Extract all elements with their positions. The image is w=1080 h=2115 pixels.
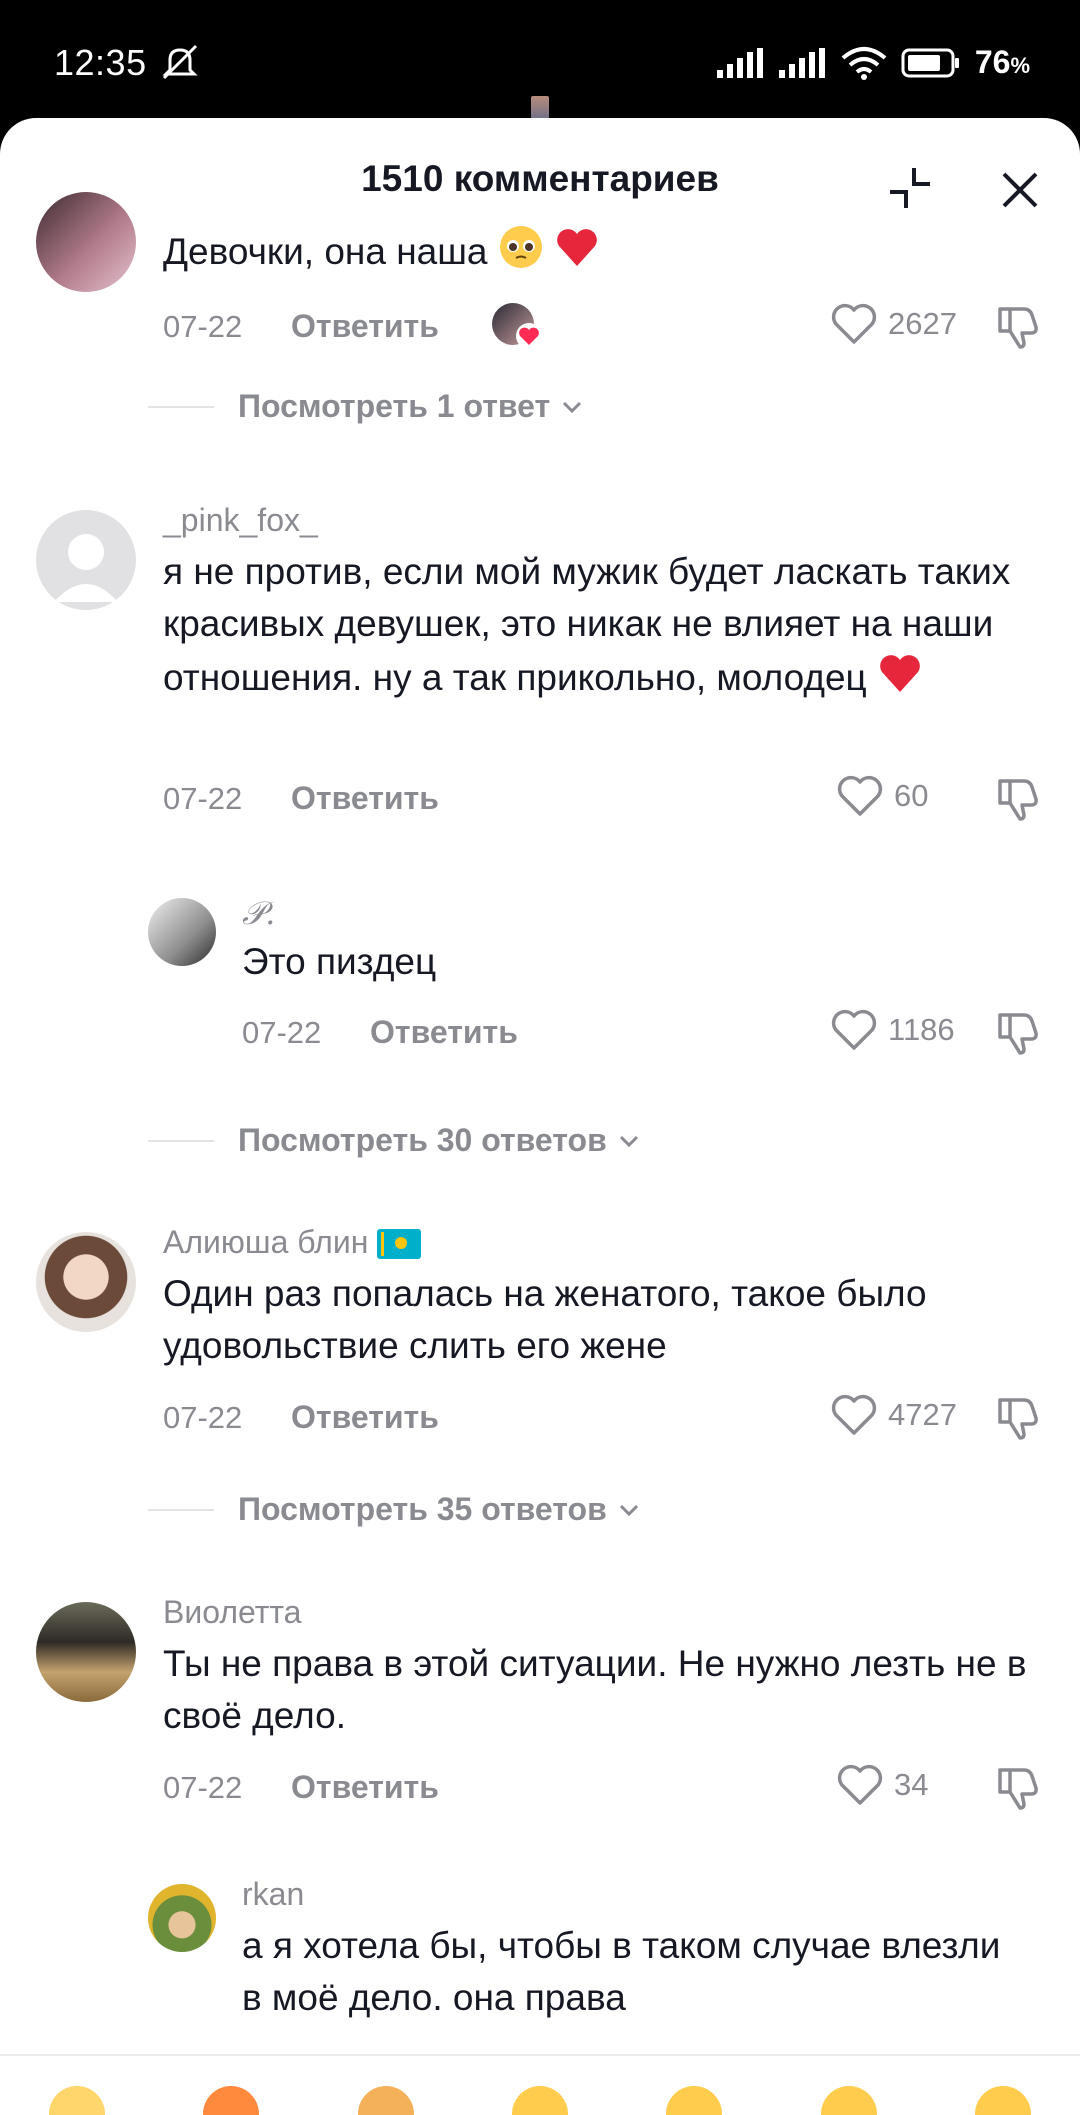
comment-text: Это пиздец xyxy=(242,941,437,982)
heart-icon xyxy=(837,1764,883,1805)
battery-icon xyxy=(901,48,959,77)
comment-date: 07-22 xyxy=(242,1015,322,1050)
comment-date: 07-22 xyxy=(163,1770,243,1805)
heart-icon xyxy=(831,303,877,344)
like-button[interactable]: 4727 xyxy=(830,1393,957,1437)
like-count: 2627 xyxy=(888,306,957,341)
view-replies-button[interactable]: Посмотреть 1 ответ xyxy=(148,388,584,425)
kazakhstan-flag-icon xyxy=(377,1229,422,1259)
pleading-face-emoji-icon xyxy=(499,226,542,268)
comment-text: Ты не права в этой ситуации. Не нужно ле… xyxy=(163,1643,1027,1736)
like-count: 4727 xyxy=(888,1397,957,1432)
heart-emoji-icon xyxy=(557,229,597,266)
fire-emoji-button[interactable] xyxy=(203,2086,260,2115)
avatar[interactable] xyxy=(148,898,216,966)
emoji-quick-bar xyxy=(0,2056,1080,2115)
grin-emoji-button[interactable] xyxy=(974,2086,1031,2115)
like-count: 60 xyxy=(894,778,929,813)
reply-button[interactable]: Ответить xyxy=(291,780,439,817)
divider-line xyxy=(148,1508,214,1511)
dislike-icon[interactable] xyxy=(994,773,1044,823)
status-icons: 76% xyxy=(716,44,1030,81)
heart-icon xyxy=(516,323,542,349)
comment-text: Девочки, она наша xyxy=(163,224,600,278)
comment-username[interactable]: rkan xyxy=(242,1876,304,1913)
view-replies-button[interactable]: Посмотреть 30 ответов xyxy=(148,1122,641,1159)
chevron-down-icon xyxy=(563,401,582,413)
comment-date: 07-22 xyxy=(163,309,243,344)
comment-text: я не против, если мой мужик будет ласкат… xyxy=(163,551,1011,698)
close-button[interactable] xyxy=(990,160,1050,220)
avatar[interactable] xyxy=(36,1232,136,1332)
comment-date: 07-22 xyxy=(163,781,243,816)
heart-icon xyxy=(837,775,883,816)
battery-level: 76% xyxy=(974,44,1030,80)
dislike-icon[interactable] xyxy=(994,1392,1044,1442)
avatar[interactable] xyxy=(36,192,136,292)
reply-button[interactable]: Ответить xyxy=(291,1399,439,1436)
heart-icon xyxy=(831,1394,877,1435)
wifi-icon xyxy=(841,46,887,80)
view-replies-label: Посмотреть 30 ответов xyxy=(238,1122,607,1158)
mute-icon xyxy=(162,44,198,80)
view-replies-button[interactable]: Посмотреть 35 ответов xyxy=(148,1491,641,1528)
like-button[interactable]: 2627 xyxy=(830,302,957,346)
media-thumbnail xyxy=(531,96,549,120)
signal-icon xyxy=(778,47,825,78)
like-count: 1186 xyxy=(888,1012,955,1047)
divider-line xyxy=(148,1139,214,1142)
collapse-button[interactable] xyxy=(880,158,940,218)
avatar[interactable] xyxy=(36,510,136,610)
like-button[interactable]: 1186 xyxy=(830,1008,955,1052)
signal-icon xyxy=(716,47,763,78)
comment-text: Один раз попалась на женатого, такое был… xyxy=(163,1273,927,1366)
heart-emoji-icon xyxy=(880,655,920,692)
sheet-header: 1510 комментариев xyxy=(0,118,1080,238)
collapse-icon xyxy=(890,168,930,208)
comment-username[interactable]: 𝒫. xyxy=(242,894,275,933)
dislike-icon[interactable] xyxy=(994,1762,1044,1812)
like-button[interactable]: 34 xyxy=(836,1763,928,1807)
comment-username[interactable]: _pink_fox_ xyxy=(163,502,318,539)
comments-sheet: 1510 комментариев Девочки, она наша 07-2… xyxy=(0,118,1080,2115)
default-avatar-icon xyxy=(54,534,118,602)
view-replies-label: Посмотреть 35 ответов xyxy=(238,1491,607,1527)
heart-icon xyxy=(831,1009,877,1050)
comment-username[interactable]: Алиюша блин xyxy=(163,1224,422,1261)
like-count: 34 xyxy=(894,1767,929,1802)
chevron-down-icon xyxy=(619,1135,638,1147)
avatar[interactable] xyxy=(36,1602,136,1702)
divider-line xyxy=(148,405,214,408)
status-time: 12:35 xyxy=(54,42,147,83)
close-icon xyxy=(1002,172,1038,208)
reply-button[interactable]: Ответить xyxy=(291,1769,439,1806)
dancer-emoji-button[interactable] xyxy=(357,2086,414,2115)
reply-button[interactable]: Ответить xyxy=(291,308,439,345)
laugh-emoji-button[interactable] xyxy=(820,2086,877,2115)
smile-emoji-button[interactable] xyxy=(511,2086,568,2115)
view-replies-label: Посмотреть 1 ответ xyxy=(238,388,551,424)
heart-eyes-emoji-button[interactable] xyxy=(666,2086,723,2115)
chevron-down-icon xyxy=(619,1504,638,1516)
comment-username[interactable]: Виолетта xyxy=(163,1594,301,1631)
sparkles-emoji-button[interactable] xyxy=(49,2086,106,2115)
reply-button[interactable]: Ответить xyxy=(370,1014,518,1051)
comment-date: 07-22 xyxy=(163,1400,243,1435)
comment-text: а я хотела бы, чтобы в таком случае влез… xyxy=(242,1925,1001,2018)
dislike-icon[interactable] xyxy=(994,1007,1044,1057)
like-button[interactable]: 60 xyxy=(836,774,928,818)
avatar[interactable] xyxy=(148,1884,216,1952)
dislike-icon[interactable] xyxy=(994,301,1044,351)
